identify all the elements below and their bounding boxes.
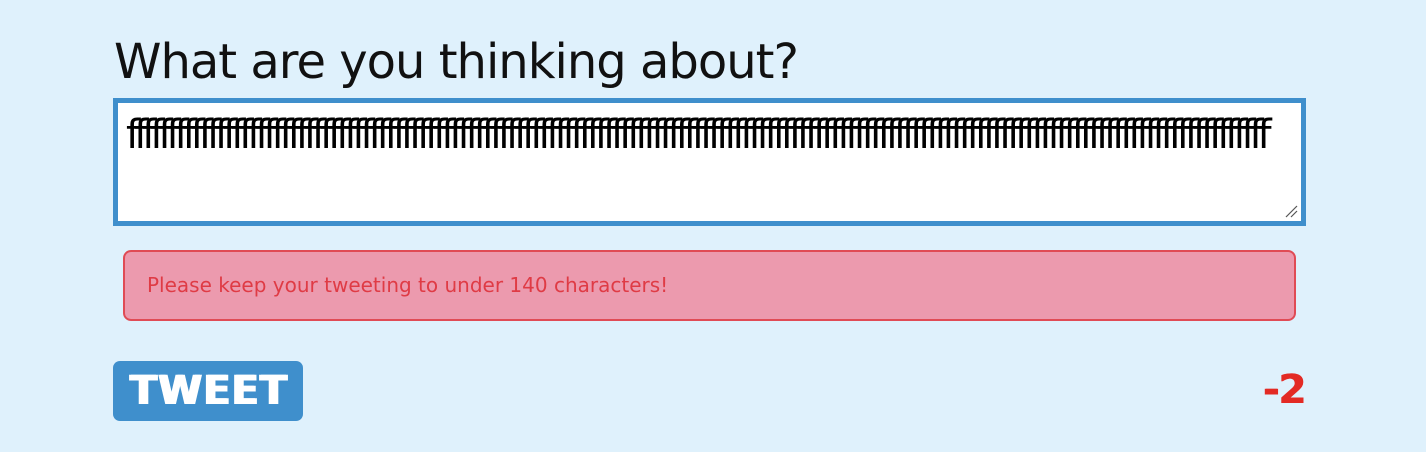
resize-handle-icon[interactable] bbox=[1284, 204, 1298, 218]
tweet-text-content[interactable]: ffffffffffffffffffffffffffffffffffffffff… bbox=[126, 109, 1293, 217]
tweet-button[interactable]: TWEET bbox=[113, 361, 303, 421]
error-alert: Please keep your tweeting to under 140 c… bbox=[123, 250, 1296, 321]
character-counter: -2 bbox=[1262, 367, 1306, 413]
tweet-textarea[interactable]: ffffffffffffffffffffffffffffffffffffffff… bbox=[113, 98, 1306, 226]
page-title: What are you thinking about? bbox=[114, 34, 799, 90]
